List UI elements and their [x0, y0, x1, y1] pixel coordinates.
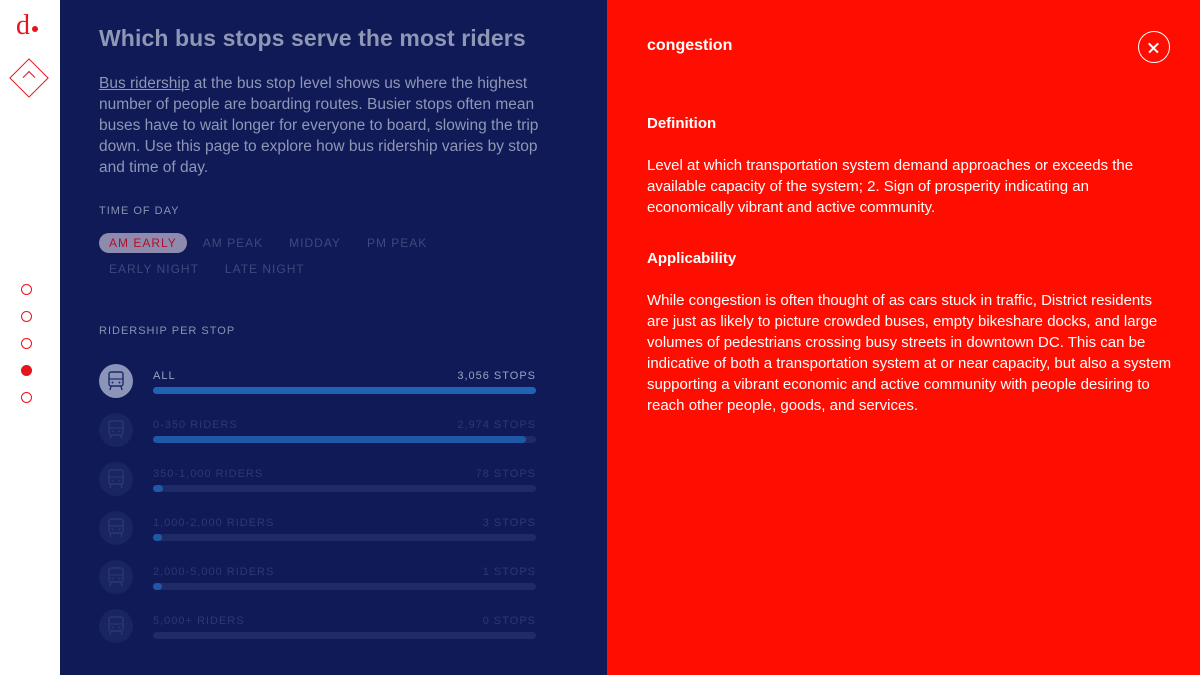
ridership-row-count: 1 STOPS [482, 566, 536, 578]
ridership-row-label: 350-1,000 RIDERS [153, 468, 264, 480]
main-panel: Which bus stops serve the most riders Bu… [60, 0, 607, 675]
ridership-bar-track [153, 583, 536, 590]
ridership-row-label: 2,000-5,000 RIDERS [153, 566, 275, 578]
page-dot-4-active[interactable] [21, 365, 32, 376]
time-of-day-filter: AM EARLY AM PEAK MIDDAY PM PEAK EARLY NIGHT L… [99, 233, 544, 285]
page-dot-2[interactable] [21, 311, 32, 322]
ridership-row-label: 1,000-2,000 RIDERS [153, 517, 275, 529]
definition-text: Level at which transportation system dem… [647, 157, 1134, 216]
ridership-row[interactable]: 5,000+ RIDERS 0 STOPS [99, 609, 536, 658]
ridership-bar-fill [153, 436, 526, 443]
ridership-row-label: 5,000+ RIDERS [153, 615, 245, 627]
page-title: Which bus stops serve the most riders [99, 25, 526, 51]
bus-icon [99, 609, 133, 643]
definition-heading: Definition [647, 115, 717, 132]
bus-icon [99, 560, 133, 594]
ridership-row[interactable]: ALL 3,056 STOPS [99, 364, 536, 413]
ridership-bar-track [153, 485, 536, 492]
glossary-panel: congestion Definition Level at which tra… [607, 0, 1200, 675]
ridership-bar-track [153, 632, 536, 639]
ridership-bar-fill [153, 387, 536, 394]
time-of-day-chip[interactable]: LATE NIGHT [215, 259, 315, 279]
time-of-day-chip[interactable]: MIDDAY [279, 233, 351, 253]
close-icon[interactable] [1138, 31, 1170, 63]
page-dot-5[interactable] [21, 392, 32, 403]
ridership-bar-track [153, 436, 536, 443]
ridership-row-label: 0-350 RIDERS [153, 419, 238, 431]
ridership-row-count: 3,056 STOPS [457, 370, 536, 382]
glossary-term: congestion [647, 37, 733, 54]
left-rail: d [0, 0, 60, 675]
ridership-row-count: 3 STOPS [482, 517, 536, 529]
bus-icon [99, 413, 133, 447]
ridership-bars: ALL 3,056 STOPS 0-350 RIDERS 2,974 STOPS 350… [99, 364, 536, 658]
ridership-bar-track [153, 387, 536, 394]
applicability-text: While congestion is often thought of as … [647, 292, 1172, 414]
applicability-heading: Applicability [647, 250, 737, 267]
bus-icon [99, 364, 133, 398]
logo-dot [32, 26, 38, 32]
ridership-bar-track [153, 534, 536, 541]
time-of-day-chip[interactable]: AM PEAK [193, 233, 273, 253]
ridership-row[interactable]: 0-350 RIDERS 2,974 STOPS [99, 413, 536, 462]
time-of-day-label: TIME OF DAY [99, 205, 180, 217]
scroll-up-button[interactable] [9, 58, 49, 98]
bus-ridership-link[interactable]: Bus ridership [99, 75, 189, 92]
chevron-up-icon [22, 70, 36, 84]
ridership-bar-fill [153, 485, 163, 492]
logo[interactable]: d [16, 12, 38, 40]
page-dot-1[interactable] [21, 284, 32, 295]
intro-text: Bus ridership at the bus stop level show… [99, 73, 539, 178]
ridership-row[interactable]: 350-1,000 RIDERS 78 STOPS [99, 462, 536, 511]
ridership-per-stop-label: RIDERSHIP PER STOP [99, 325, 236, 337]
page-indicator [21, 284, 32, 419]
ridership-row-count: 2,974 STOPS [457, 419, 536, 431]
bus-icon [99, 462, 133, 496]
ridership-row-label: ALL [153, 370, 176, 382]
ridership-row-count: 78 STOPS [475, 468, 536, 480]
ridership-row-count: 0 STOPS [482, 615, 536, 627]
time-of-day-chip[interactable]: AM EARLY [99, 233, 187, 253]
time-of-day-chip[interactable]: PM PEAK [357, 233, 437, 253]
time-of-day-chip[interactable]: EARLY NIGHT [99, 259, 209, 279]
ridership-bar-fill [153, 534, 162, 541]
ridership-row[interactable]: 1,000-2,000 RIDERS 3 STOPS [99, 511, 536, 560]
ridership-row[interactable]: 2,000-5,000 RIDERS 1 STOPS [99, 560, 536, 609]
bus-icon [99, 511, 133, 545]
page-dot-3[interactable] [21, 338, 32, 349]
ridership-bar-fill [153, 583, 162, 590]
